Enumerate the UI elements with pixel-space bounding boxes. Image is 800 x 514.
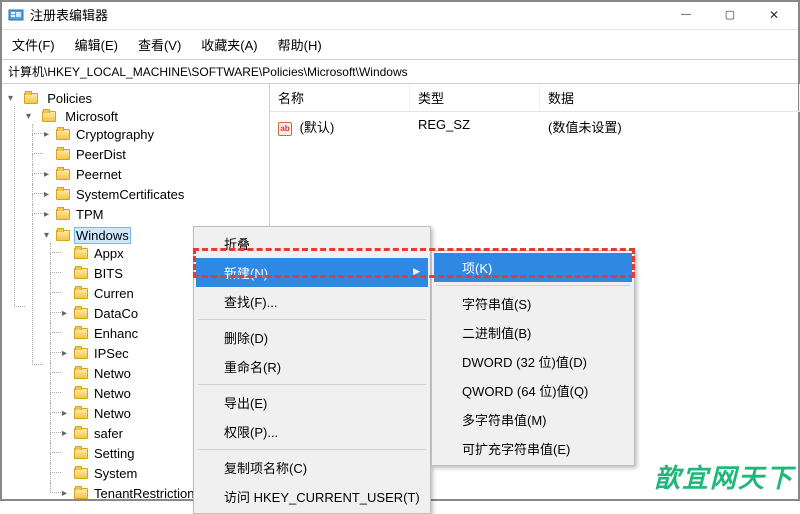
expander-icon[interactable] xyxy=(62,428,72,439)
folder-icon xyxy=(74,468,88,479)
tree-node-label: Windows xyxy=(74,227,131,244)
folder-icon xyxy=(74,428,88,439)
folder-icon xyxy=(74,328,88,339)
ctx-new-expand[interactable]: 可扩充字符串值(E) xyxy=(434,434,632,463)
folder-icon xyxy=(74,368,88,379)
tree-node-label: Peernet xyxy=(74,167,124,182)
ctx-new-key[interactable]: 项(K) xyxy=(434,253,632,282)
folder-icon xyxy=(56,129,70,140)
ctx-separator xyxy=(198,319,426,320)
expander-icon[interactable] xyxy=(44,230,54,241)
expander-icon[interactable] xyxy=(44,189,54,200)
folder-icon xyxy=(74,308,88,319)
ctx-separator xyxy=(436,285,630,286)
tree-node[interactable]: Cryptography xyxy=(44,124,269,144)
ctx-new-multi[interactable]: 多字符串值(M) xyxy=(434,405,632,434)
col-data[interactable]: 数据 xyxy=(540,84,800,111)
tree-node-label: IPSec xyxy=(92,346,131,361)
expander-icon[interactable] xyxy=(62,488,72,499)
tree-node-label: BITS xyxy=(92,266,125,281)
value-data: (数值未设置) xyxy=(540,115,800,138)
tree-node-label: TenantRestriction xyxy=(92,486,196,501)
ctx-permissions[interactable]: 权限(P)... xyxy=(196,417,428,446)
list-row[interactable]: ab (默认) REG_SZ (数值未设置) xyxy=(270,112,800,141)
expander-icon[interactable] xyxy=(62,408,72,419)
context-menu-new: 项(K) 字符串值(S) 二进制值(B) DWORD (32 位)值(D) QW… xyxy=(431,250,635,466)
tree-node-label: SystemCertificates xyxy=(74,187,186,202)
ctx-separator xyxy=(198,384,426,385)
expander-icon[interactable] xyxy=(44,169,54,180)
col-name[interactable]: 名称 xyxy=(270,84,410,111)
tree-node[interactable]: TPM xyxy=(44,204,269,224)
tree-node[interactable]: Peernet xyxy=(44,164,269,184)
folder-icon xyxy=(74,408,88,419)
tree-node-label: Enhanc xyxy=(92,326,140,341)
expander-icon[interactable] xyxy=(62,308,72,319)
list-header: 名称 类型 数据 xyxy=(270,84,800,112)
folder-icon xyxy=(56,149,70,160)
folder-icon xyxy=(42,111,56,122)
folder-icon xyxy=(74,348,88,359)
tree-node-label: TPM xyxy=(74,207,105,222)
col-type[interactable]: 类型 xyxy=(410,84,540,111)
expander-icon[interactable] xyxy=(44,129,54,140)
folder-icon xyxy=(56,209,70,220)
tree-node-label: Cryptography xyxy=(74,127,156,142)
ctx-delete[interactable]: 删除(D) xyxy=(196,323,428,352)
expander-icon[interactable] xyxy=(26,111,36,122)
tree-node[interactable]: SystemCertificates xyxy=(44,184,269,204)
folder-icon xyxy=(74,388,88,399)
value-name: (默认) xyxy=(300,120,335,135)
folder-icon xyxy=(74,268,88,279)
watermark: 歆宜网天下 xyxy=(654,458,794,495)
ctx-new-binary[interactable]: 二进制值(B) xyxy=(434,318,632,347)
tree-node-label: PeerDist xyxy=(74,147,128,162)
folder-icon xyxy=(56,230,70,241)
tree-node-label: Netwo xyxy=(92,386,133,401)
expander-icon[interactable] xyxy=(8,93,18,104)
folder-icon xyxy=(56,169,70,180)
ctx-goto-hkcu[interactable]: 访问 HKEY_CURRENT_USER(T) xyxy=(196,482,428,511)
ctx-separator xyxy=(198,449,426,450)
expander-icon[interactable] xyxy=(62,348,72,359)
folder-icon xyxy=(74,248,88,259)
folder-icon xyxy=(74,288,88,299)
ctx-rename[interactable]: 重命名(R) xyxy=(196,352,428,381)
folder-icon xyxy=(56,189,70,200)
ctx-find[interactable]: 查找(F)... xyxy=(196,287,428,316)
ctx-export[interactable]: 导出(E) xyxy=(196,388,428,417)
folder-icon xyxy=(74,448,88,459)
tree-node-label: Setting xyxy=(92,446,136,461)
ctx-copy-key-name[interactable]: 复制项名称(C) xyxy=(196,453,428,482)
tree-node-label: System xyxy=(92,466,139,481)
expander-icon[interactable] xyxy=(44,209,54,220)
value-type: REG_SZ xyxy=(410,115,540,138)
ctx-new-dword[interactable]: DWORD (32 位)值(D) xyxy=(434,347,632,376)
ctx-collapse[interactable]: 折叠 xyxy=(196,229,428,258)
folder-icon xyxy=(74,488,88,499)
tree-node[interactable]: PeerDist xyxy=(44,144,269,164)
tree-node-label: Netwo xyxy=(92,366,133,381)
ctx-new[interactable]: 新建(N) xyxy=(196,258,428,287)
string-value-icon: ab xyxy=(278,122,292,136)
ctx-new-string[interactable]: 字符串值(S) xyxy=(434,289,632,318)
tree-node-label: Appx xyxy=(92,246,126,261)
ctx-new-qword[interactable]: QWORD (64 位)值(Q) xyxy=(434,376,632,405)
tree-node-label: DataCo xyxy=(92,306,140,321)
tree-node-label: safer xyxy=(92,426,125,441)
tree-node-label: Netwo xyxy=(92,406,133,421)
tree-node-label: Curren xyxy=(92,286,136,301)
context-menu-key: 折叠 新建(N) 查找(F)... 删除(D) 重命名(R) 导出(E) 权限(… xyxy=(193,226,431,514)
folder-icon xyxy=(24,93,38,104)
